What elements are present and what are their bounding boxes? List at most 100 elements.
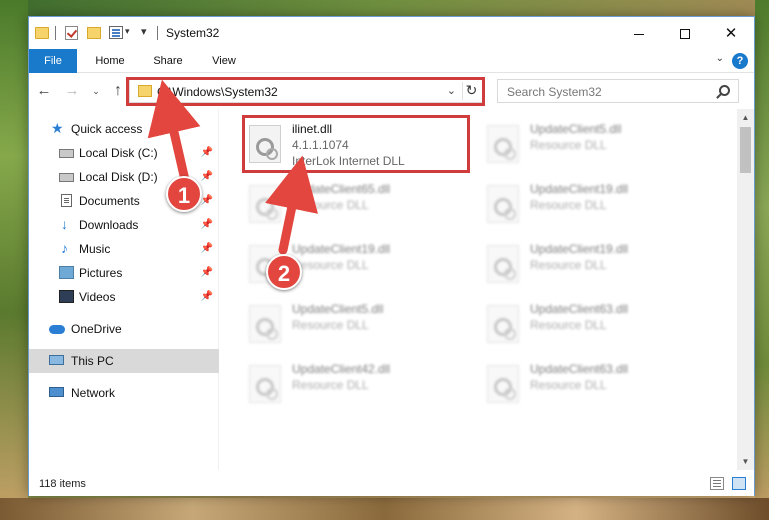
pin-icon[interactable]: 📌: [201, 267, 213, 278]
pictures-icon: [59, 266, 74, 279]
file-tile[interactable]: UpdateClient65.dll Resource DLL: [243, 177, 473, 231]
file-description: InterLok Internet DLL: [292, 154, 405, 168]
minimize-button[interactable]: [616, 17, 662, 49]
scroll-down-icon[interactable]: ▼: [737, 453, 754, 470]
expand-ribbon-icon[interactable]: ⌄: [716, 53, 724, 64]
address-bar[interactable]: C:\Windows\System32 ⌄ ↻: [129, 79, 485, 103]
sidebar-item-onedrive[interactable]: OneDrive: [29, 317, 219, 341]
sidebar-item-label: Downloads: [79, 218, 139, 232]
desktop-background-right: [755, 0, 769, 520]
pin-icon[interactable]: 📌: [201, 195, 213, 206]
star-icon: ★: [51, 120, 64, 136]
dll-file-icon: [487, 125, 519, 163]
callout-2: 2: [266, 254, 302, 290]
file-version: 4.1.1.1074: [292, 138, 349, 152]
music-icon: ♪: [61, 240, 68, 256]
download-icon: ↓: [61, 216, 68, 232]
pin-icon[interactable]: 📌: [201, 291, 213, 302]
sidebar-item-label: Documents: [79, 194, 140, 208]
sidebar-item-local-disk-c[interactable]: Local Disk (C:) 📌: [29, 141, 219, 165]
pin-icon[interactable]: 📌: [201, 147, 213, 158]
refresh-icon[interactable]: ↻: [462, 82, 480, 100]
properties-icon[interactable]: [109, 26, 123, 39]
ribbon-tabs: File Home Share View ⌄ ?: [29, 49, 754, 73]
tab-share[interactable]: Share: [143, 49, 193, 73]
dll-file-icon: [249, 125, 281, 163]
sidebar-item-label: Local Disk (D:): [79, 170, 158, 184]
file-tile[interactable]: UpdateClient19.dll Resource DLL: [481, 177, 711, 231]
item-count: 118 items: [39, 478, 86, 490]
back-button[interactable]: ←: [35, 82, 53, 100]
file-tile[interactable]: ilinet.dll 4.1.1.1074 InterLok Internet …: [243, 117, 473, 171]
minimize-icon: [634, 33, 644, 35]
file-description: Resource DLL: [292, 378, 369, 392]
dll-file-icon: [249, 365, 281, 403]
file-name: UpdateClient63.dll: [530, 362, 629, 376]
file-name: UpdateClient5.dll: [292, 302, 384, 316]
recent-locations-button[interactable]: ⌄: [87, 82, 105, 100]
file-tile[interactable]: UpdateClient5.dll Resource DLL: [243, 297, 473, 351]
pin-icon[interactable]: 📌: [201, 243, 213, 254]
sidebar-item-pictures[interactable]: Pictures 📌: [29, 261, 219, 285]
disk-icon: [59, 173, 74, 182]
properties-check-icon[interactable]: [65, 26, 78, 40]
sidebar-item-label: This PC: [71, 354, 114, 368]
navigation-pane: ★ Quick access Local Disk (C:) 📌 Local D…: [29, 109, 219, 470]
dll-file-icon: [487, 245, 519, 283]
dll-file-icon: [249, 305, 281, 343]
pin-icon[interactable]: 📌: [201, 219, 213, 230]
file-description: Resource DLL: [292, 258, 369, 272]
vertical-scrollbar[interactable]: ▲ ▼: [737, 109, 754, 470]
help-icon[interactable]: ?: [732, 53, 748, 69]
file-tile[interactable]: UpdateClient42.dll Resource DLL: [243, 357, 473, 411]
dll-file-icon: [487, 365, 519, 403]
status-bar: 118 items: [29, 472, 754, 496]
sidebar-item-videos[interactable]: Videos 📌: [29, 285, 219, 309]
maximize-button[interactable]: [662, 17, 708, 49]
file-tile[interactable]: UpdateClient5.dll Resource DLL: [481, 117, 711, 171]
file-description: Resource DLL: [530, 198, 607, 212]
sidebar-item-music[interactable]: ♪ Music 📌: [29, 237, 219, 261]
tab-file[interactable]: File: [29, 49, 77, 73]
scroll-thumb[interactable]: [740, 127, 751, 173]
details-view-icon[interactable]: [710, 477, 724, 490]
sidebar-item-network[interactable]: Network: [29, 381, 219, 405]
address-dropdown-icon[interactable]: ⌄: [447, 84, 456, 97]
pin-icon[interactable]: 📌: [201, 171, 213, 182]
sidebar-item-label: Videos: [79, 290, 116, 304]
scroll-up-icon[interactable]: ▲: [737, 109, 754, 126]
disk-icon: [59, 149, 74, 158]
large-icons-view-icon[interactable]: [732, 477, 746, 490]
file-name: UpdateClient19.dll: [292, 242, 391, 256]
sidebar-item-label: Network: [71, 386, 116, 400]
forward-button[interactable]: →: [63, 82, 81, 100]
up-button[interactable]: ↑: [109, 82, 127, 100]
sidebar-item-downloads[interactable]: ↓ Downloads 📌: [29, 213, 219, 237]
title-bar: ▾ ▾ System32 ✕: [29, 17, 754, 49]
chevron-down-icon[interactable]: ▾: [125, 26, 130, 42]
folder-icon[interactable]: [35, 27, 49, 39]
customize-toolbar-icon[interactable]: ▾: [141, 25, 147, 41]
file-name: UpdateClient63.dll: [530, 302, 629, 316]
tab-view[interactable]: View: [199, 49, 249, 73]
folder-icon: [138, 85, 152, 97]
file-tile[interactable]: UpdateClient19.dll Resource DLL: [481, 237, 711, 291]
close-button[interactable]: ✕: [708, 17, 754, 49]
toolbar-separator: [55, 26, 56, 40]
address-path[interactable]: C:\Windows\System32: [157, 85, 278, 99]
file-name: UpdateClient19.dll: [530, 242, 629, 256]
sidebar-item-quick-access[interactable]: ★ Quick access: [29, 117, 219, 141]
dll-file-icon: [487, 305, 519, 343]
sidebar-item-label: Local Disk (C:): [79, 146, 158, 160]
file-tile[interactable]: UpdateClient63.dll Resource DLL: [481, 357, 711, 411]
search-input[interactable]: Search System32: [497, 79, 739, 103]
desktop-background-bottom: [0, 498, 769, 520]
search-icon[interactable]: [719, 85, 730, 96]
new-folder-icon[interactable]: [87, 27, 101, 39]
file-tile[interactable]: UpdateClient63.dll Resource DLL: [481, 297, 711, 351]
sidebar-item-label: Pictures: [79, 266, 123, 280]
search-placeholder: Search System32: [507, 85, 602, 99]
tab-home[interactable]: Home: [85, 49, 135, 73]
explorer-window: ▾ ▾ System32 ✕ File Home Share View ⌄ ? …: [28, 16, 755, 496]
sidebar-item-this-pc[interactable]: This PC: [29, 349, 219, 373]
